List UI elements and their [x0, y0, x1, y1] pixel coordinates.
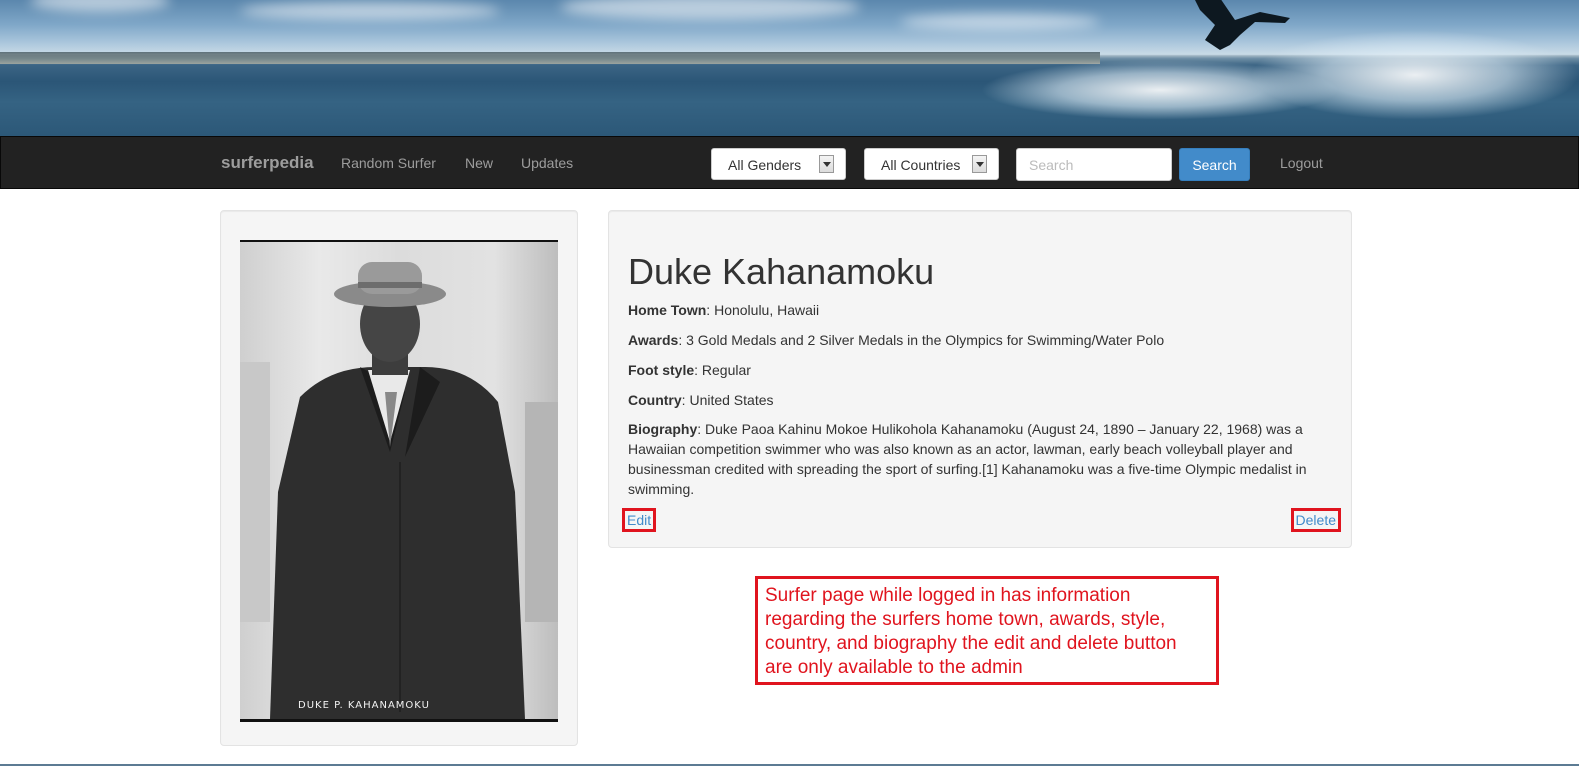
top-navbar: surferpedia Random Surfer New Updates Al… [0, 136, 1579, 189]
search-input[interactable] [1016, 148, 1172, 181]
surfer-name-heading: Duke Kahanamoku [628, 251, 935, 292]
logout-link[interactable]: Logout [1280, 155, 1323, 171]
home-town-field: Home Town: Honolulu, Hawaii [628, 302, 820, 318]
country-filter-value: All Countries [881, 157, 961, 173]
foot-style-value: Regular [701, 362, 751, 378]
foot-style-field: Foot style: Regular [628, 362, 751, 378]
awards-value: 3 Gold Medals and 2 Silver Medals in the… [686, 332, 1165, 348]
awards-label: Awards [628, 332, 679, 348]
nav-random-surfer[interactable]: Random Surfer [341, 155, 436, 171]
home-town-label: Home Town [628, 302, 707, 318]
edit-link[interactable]: Edit [622, 508, 657, 532]
surfer-photo: DUKE P. KAHANAMOKU [240, 240, 558, 722]
surfer-info-panel: Duke Kahanamoku Home Town: Honolulu, Haw… [608, 210, 1352, 548]
delete-link[interactable]: Delete [1290, 508, 1341, 532]
annotation-callout: Surfer page while logged in has informat… [755, 576, 1219, 685]
surfer-photo-panel: DUKE P. KAHANAMOKU [220, 210, 578, 746]
brand-link[interactable]: surferpedia [221, 153, 314, 173]
header-banner-image [0, 0, 1579, 136]
country-filter-select[interactable]: All Countries [864, 148, 999, 180]
biography-value: Duke Paoa Kahinu Mokoe Hulikohola Kahana… [628, 421, 1307, 497]
photo-caption: DUKE P. KAHANAMOKU [298, 700, 430, 711]
home-town-value: Honolulu, Hawaii [714, 302, 820, 318]
awards-field: Awards: 3 Gold Medals and 2 Silver Medal… [628, 332, 1165, 348]
foot-style-label: Foot style [628, 362, 695, 378]
portrait-figure-icon [240, 262, 558, 719]
search-button[interactable]: Search [1179, 148, 1250, 181]
gender-filter-value: All Genders [728, 157, 802, 173]
surfer-silhouette-icon [1195, 0, 1290, 50]
page-bottom-divider [0, 764, 1579, 766]
country-label: Country [628, 392, 682, 408]
nav-new[interactable]: New [465, 155, 493, 171]
biography-field: Biography: Duke Paoa Kahinu Mokoe Huliko… [628, 421, 1307, 497]
nav-updates[interactable]: Updates [521, 155, 573, 171]
chevron-down-icon [972, 155, 987, 173]
country-value: United States [689, 392, 774, 408]
gender-filter-select[interactable]: All Genders [711, 148, 846, 180]
chevron-down-icon [819, 155, 834, 173]
country-field: Country: United States [628, 392, 774, 408]
biography-label: Biography [628, 421, 698, 437]
